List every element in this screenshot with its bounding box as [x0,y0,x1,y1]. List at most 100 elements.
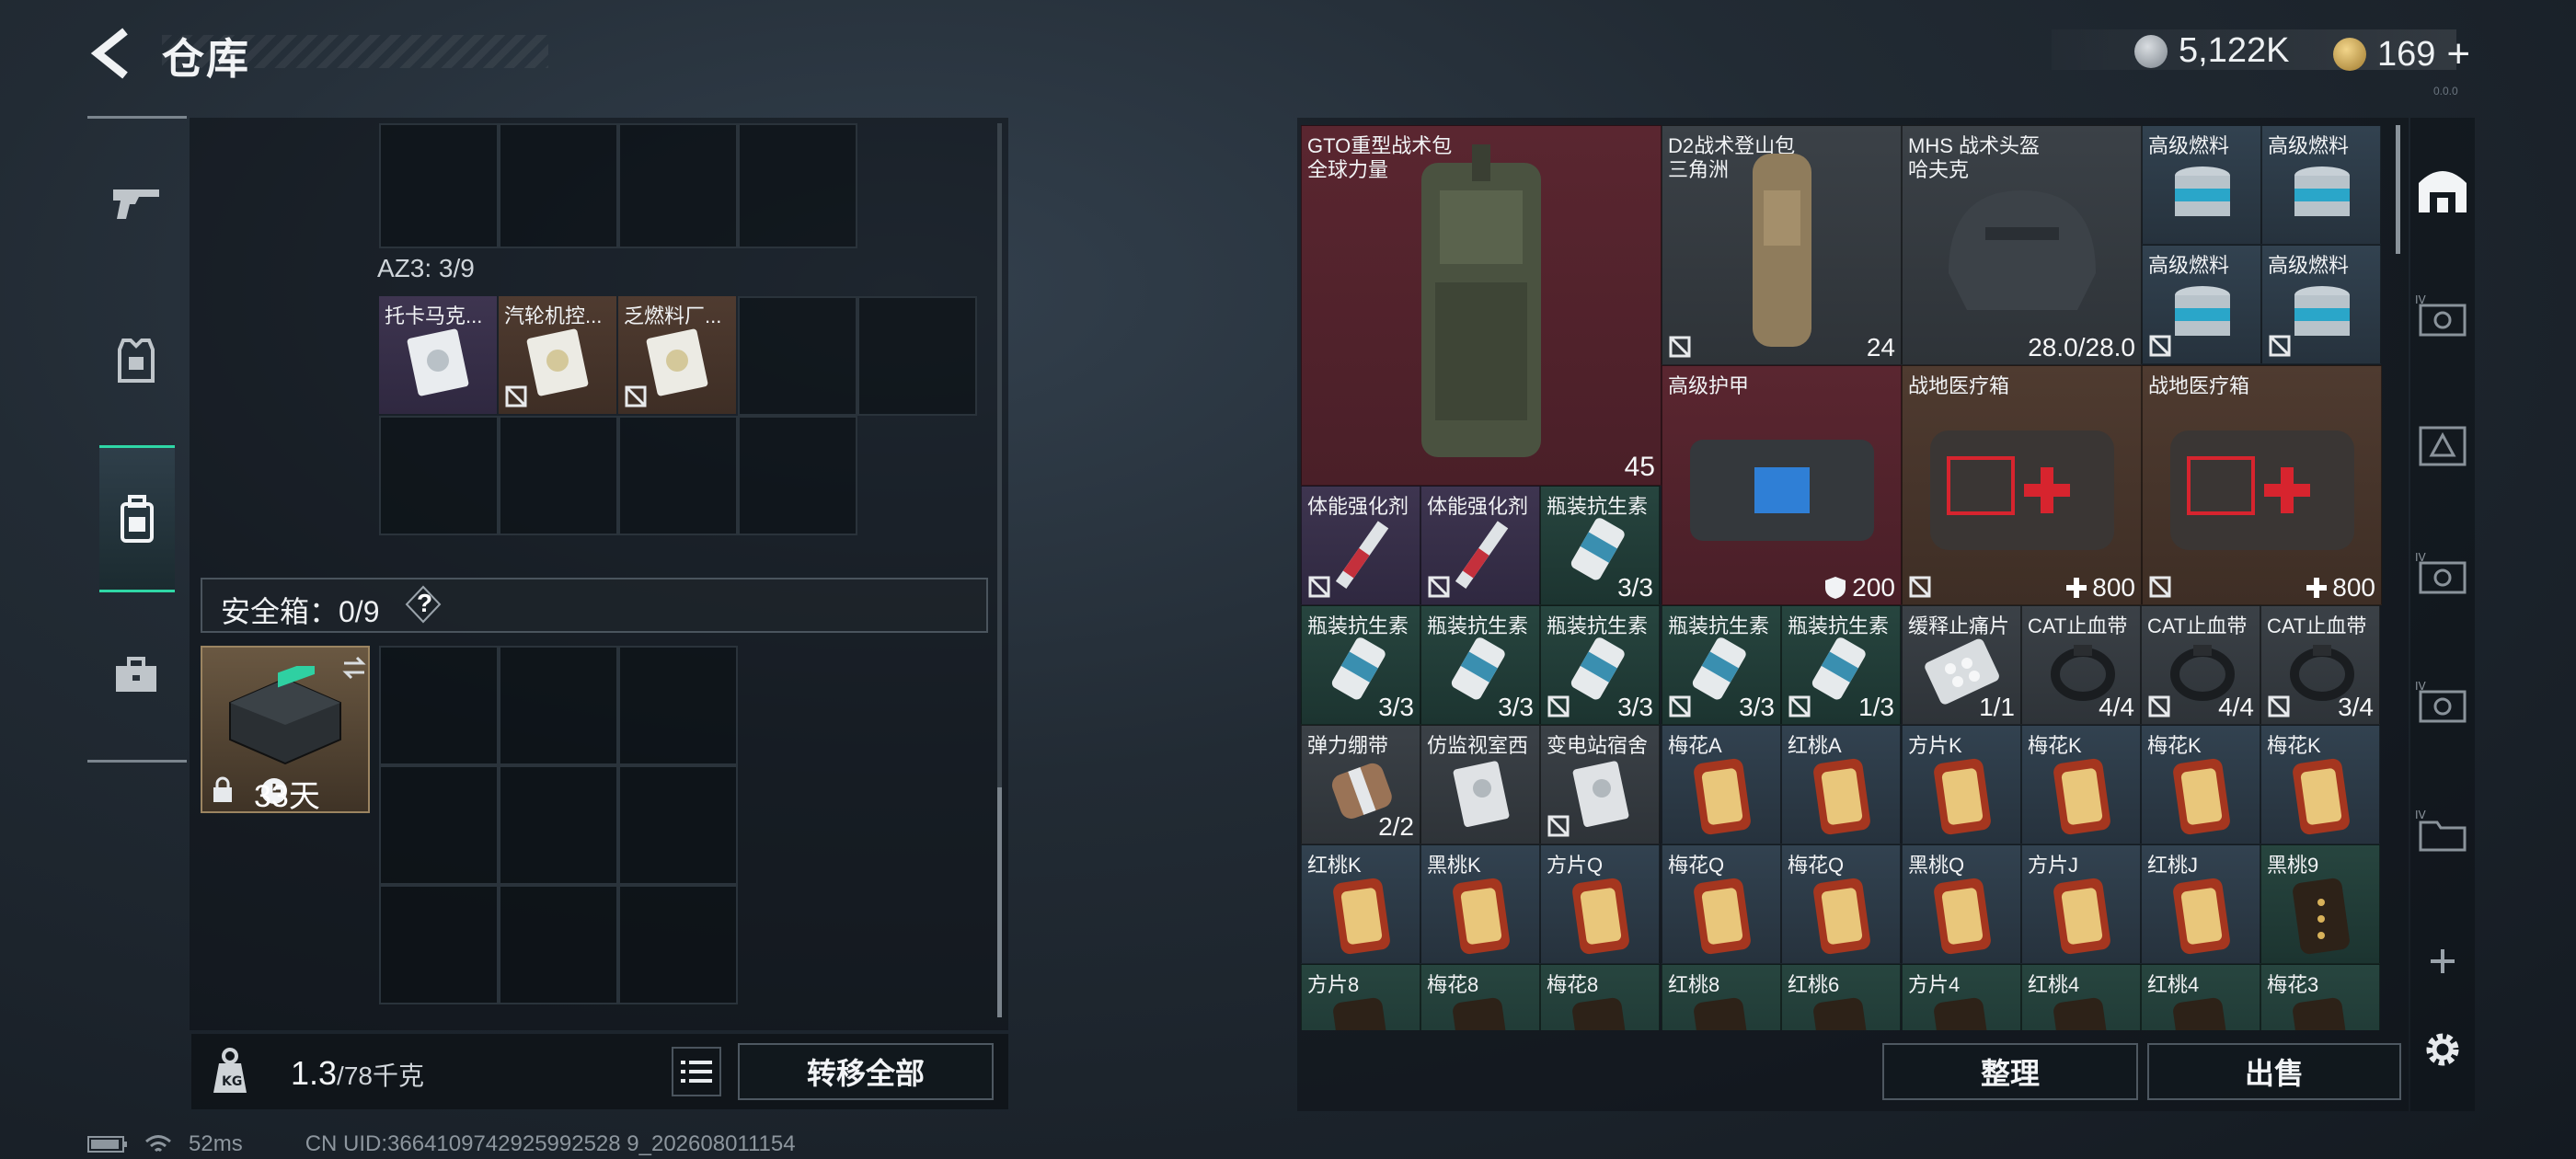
grid-slot[interactable] [618,885,738,1004]
warehouse-item-backpack[interactable]: GTO重型战术包 全球力量 45 [1301,125,1662,486]
warehouse-item-medkit[interactable]: 战地医疗箱 800 [1902,365,2142,605]
warehouse-item-card[interactable]: 梅花K [2260,725,2380,844]
silver-currency[interactable]: 5,122K [2134,31,2289,71]
grid-slot[interactable] [499,885,618,1004]
settings-button[interactable] [2410,999,2475,1100]
warehouse-item-bandage[interactable]: 弹力绷带 2/2 [1301,725,1420,844]
warehouse-item-card[interactable]: 梅花Q [1662,844,1781,964]
back-button[interactable] [85,26,140,81]
warehouse-item-card[interactable]: 方片K [1902,725,2021,844]
warehouse-item-card[interactable]: 梅花8 [1540,964,1660,1030]
warehouse-item-antibiotic[interactable]: 瓶装抗生素 3/3 [1540,605,1660,725]
warehouse-item-card[interactable]: 红桃8 [1662,964,1781,1030]
warehouse-item-antibiotic[interactable]: 瓶装抗生素 3/3 [1420,605,1540,725]
warehouse-item-card[interactable]: 黑桃K [1420,844,1540,964]
grid-slot[interactable] [857,296,977,416]
grid-slot[interactable] [499,416,618,535]
add-tab-button[interactable] [2410,911,2475,1012]
help-button[interactable]: ? [405,585,442,624]
warehouse-item-antibiotic[interactable]: 瓶装抗生素 3/3 [1540,486,1660,605]
not-insured-icon [1428,576,1450,598]
warehouse-tab-5[interactable]: IV [2410,782,2475,883]
warehouse-item-card[interactable]: 红桃A [1781,725,1901,844]
grid-slot[interactable] [738,416,857,535]
warehouse-item-helmet[interactable]: MHS 战术头盔 哈夫克 28.0/28.0 [1902,125,2142,365]
warehouse-item-tourniquet[interactable]: CAT止血带 3/4 [2260,605,2380,725]
backpack-scrollbar[interactable] [997,787,1002,1017]
grid-slot[interactable] [618,416,738,535]
warehouse-item-card[interactable]: 红桃K [1301,844,1420,964]
warehouse-item-keycard[interactable]: 变电站宿舍 [1540,725,1660,844]
sidebar-tab-weapons[interactable] [99,166,173,239]
grid-slot[interactable] [499,123,618,248]
plus-icon [2431,949,2455,973]
warehouse-tab-2[interactable] [2410,396,2475,497]
warehouse-item-card[interactable]: 方片J [2021,844,2141,964]
warehouse-item-painkiller[interactable]: 缓释止痛片 1/1 [1902,605,2021,725]
grid-slot[interactable] [618,646,738,765]
warehouse-item-keycard[interactable]: 仿监视室西 [1420,725,1540,844]
warehouse-item-fuel[interactable]: 高级燃料 [2261,245,2381,364]
warehouse-scrollbar[interactable] [2396,125,2400,254]
warehouse-item-card[interactable]: 黑桃Q [1902,844,2021,964]
grid-slot[interactable] [379,646,499,765]
warehouse-item-card[interactable]: 梅花Q [1781,844,1901,964]
warehouse-item-antibiotic[interactable]: 瓶装抗生素 1/3 [1781,605,1901,725]
silver-amount: 5,122K [2179,31,2290,70]
warehouse-item-stim[interactable]: 体能强化剂 [1420,486,1540,605]
warehouse-item-armor[interactable]: 高级护甲 200 [1662,365,1902,605]
warehouse-item-card[interactable]: 红桃4 [2021,964,2141,1030]
az3-item[interactable]: 乏燃料厂... [618,296,736,414]
transfer-all-button[interactable]: 转移全部 [738,1043,994,1100]
warehouse-item-medkit[interactable]: 战地医疗箱 800 [2142,365,2382,605]
warehouse-item-card[interactable]: 红桃4 [2141,964,2260,1030]
sidebar-tab-backpack[interactable] [99,445,175,592]
list-view-button[interactable] [672,1047,721,1096]
warehouse-item-card[interactable]: 方片Q [1540,844,1660,964]
az3-item[interactable]: 托卡马克... [379,296,497,414]
grid-slot[interactable] [379,123,499,248]
not-insured-icon [2269,335,2291,357]
sidebar-tab-case[interactable] [99,638,173,712]
warehouse-item-fuel[interactable]: 高级燃料 [2261,125,2381,245]
warehouse-item-card[interactable]: 梅花A [1662,725,1781,844]
grid-slot[interactable] [618,765,738,885]
grid-slot[interactable] [738,123,857,248]
warehouse-item-tourniquet[interactable]: CAT止血带 4/4 [2141,605,2260,725]
warehouse-tab-1[interactable]: IV [2410,267,2475,368]
grid-slot[interactable] [738,296,857,416]
sell-button[interactable]: 出售 [2147,1043,2401,1100]
warehouse-item-card[interactable]: 红桃J [2141,844,2260,964]
grid-slot[interactable] [379,885,499,1004]
warehouse-item-card[interactable]: 黑桃9 [2260,844,2380,964]
grid-slot[interactable] [379,765,499,885]
gun-icon [113,189,159,219]
grid-slot[interactable] [499,646,618,765]
grid-slot[interactable] [499,765,618,885]
item-count: 2/2 [1378,812,1414,841]
add-currency-button[interactable]: + [2446,31,2470,77]
gold-currency[interactable]: 169 + [2333,31,2470,77]
warehouse-item-stim[interactable]: 体能强化剂 [1301,486,1420,605]
warehouse-tab-4[interactable]: IV [2410,653,2475,754]
warehouse-item-card[interactable]: 红桃6 [1781,964,1901,1030]
warehouse-item-tourniquet[interactable]: CAT止血带 4/4 [2021,605,2141,725]
warehouse-item-fuel[interactable]: 高级燃料 [2142,245,2261,364]
grid-slot[interactable] [618,123,738,248]
warehouse-item-card[interactable]: 梅花K [2021,725,2141,844]
warehouse-tab-3[interactable]: IV [2410,524,2475,625]
warehouse-item-card[interactable]: 梅花8 [1420,964,1540,1030]
warehouse-item-card[interactable]: 方片4 [1902,964,2021,1030]
warehouse-item-antibiotic[interactable]: 瓶装抗生素 3/3 [1662,605,1781,725]
warehouse-item-backpack[interactable]: D2战术登山包 三角洲 24 [1662,125,1902,365]
warehouse-item-card[interactable]: 梅花K [2141,725,2260,844]
warehouse-item-card[interactable]: 方片8 [1301,964,1420,1030]
warehouse-tab-all[interactable] [2410,138,2475,239]
warehouse-item-fuel[interactable]: 高级燃料 [2142,125,2261,245]
warehouse-item-antibiotic[interactable]: 瓶装抗生素 3/3 [1301,605,1420,725]
sort-button[interactable]: 整理 [1882,1043,2138,1100]
grid-slot[interactable] [379,416,499,535]
sidebar-tab-armor[interactable] [99,324,173,397]
warehouse-item-card[interactable]: 梅花3 [2260,964,2380,1030]
az3-item[interactable]: 汽轮机控... [499,296,616,414]
